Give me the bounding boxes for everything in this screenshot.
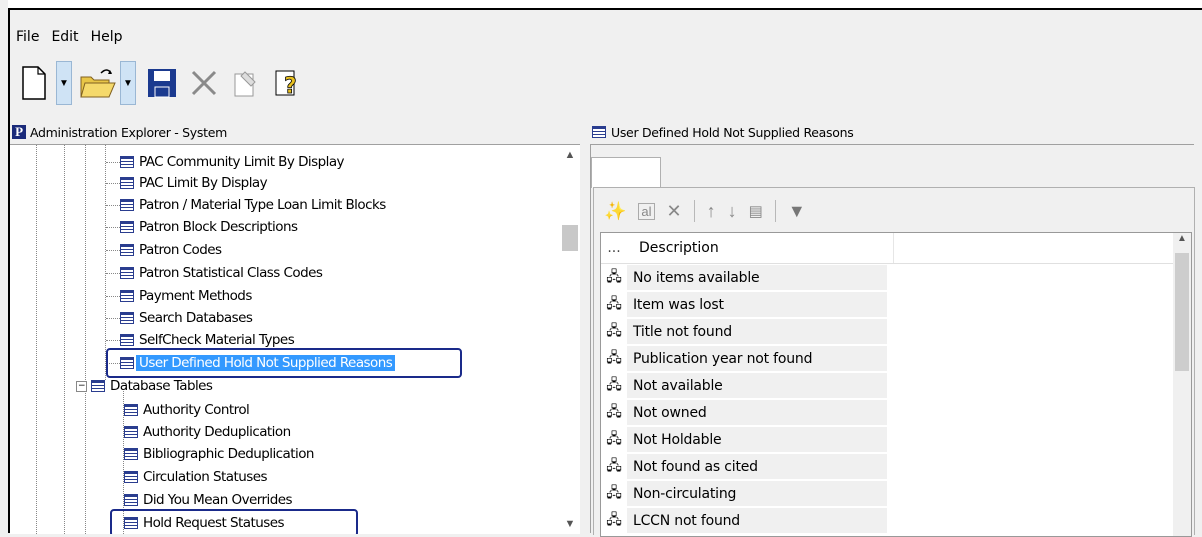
new-dropdown-button[interactable]: ▼ [56,61,72,105]
grid-row[interactable]: 🖧 Not owned [601,399,1191,426]
tree-item[interactable]: Bibliographic Deduplication [124,443,314,465]
table-group-icon [91,380,105,392]
svg-text:?: ? [284,74,297,99]
explorer-tree[interactable]: PAC Community Limit By Display PAC Limit… [10,144,580,534]
table-icon [124,471,138,483]
table-icon [120,221,134,233]
tree-item[interactable]: PAC Community Limit By Display [106,151,345,173]
save-icon[interactable] [142,61,182,105]
tree-item[interactable]: Authority Deduplication [124,421,291,443]
move-down-icon[interactable]: ↓ [728,201,737,222]
new-document-icon[interactable] [14,61,54,105]
main-toolbar: ▼ ▼ ? [14,58,310,108]
table-icon [120,312,134,324]
grid-row[interactable]: 🖧 Not found as cited [601,453,1191,480]
grid-row[interactable]: 🖧 Publication year not found [601,345,1191,372]
grid-row[interactable]: 🖧 Not available [601,372,1191,399]
annotation-highlight [106,348,462,378]
title-bar-edge [8,0,1202,8]
table-icon [124,494,138,506]
table-icon [120,156,134,168]
scrollbar-thumb[interactable] [1175,253,1189,371]
table-icon [124,404,138,416]
left-panel-title: Administration Explorer - System [30,124,227,140]
tree-item[interactable]: Circulation Statuses [124,466,268,488]
menu-bar: File Edit Help [10,26,128,48]
table-icon [120,290,134,302]
help-icon[interactable]: ? [268,61,308,105]
tree-scrollbar[interactable]: ▲ ▼ [560,145,580,534]
data-grid[interactable]: ... Description 🖧 No items available 🖧 Ite… [600,232,1192,537]
table-icon [124,426,138,438]
hierarchy-icon: 🖧 [606,295,622,312]
right-panel-title: User Defined Hold Not Supplied Reasons [611,124,854,140]
polaris-logo-icon: P [12,124,26,139]
move-up-icon[interactable]: ↑ [707,201,716,222]
scroll-down-icon[interactable]: ▼ [560,514,580,534]
hierarchy-icon: 🖧 [606,376,622,393]
table-icon [120,334,134,346]
scroll-up-icon[interactable]: ▲ [1173,233,1191,251]
tree-item[interactable]: Authority Control [124,399,250,421]
tree-item[interactable]: Search Databases [106,307,253,329]
tree-item[interactable]: PAC Limit By Display [106,172,268,194]
hierarchy-icon: 🖧 [606,322,622,339]
delete-row-icon[interactable]: ✕ [667,201,682,222]
grid-row[interactable]: 🖧 Item was lost [601,291,1191,318]
annotation-highlight [110,509,358,534]
scroll-up-icon[interactable]: ▲ [560,145,580,165]
column-header-description[interactable]: Description [627,233,894,263]
table-icon [120,244,134,256]
hierarchy-icon: 🖧 [606,457,622,474]
scrollbar-thumb[interactable] [562,225,578,251]
filter-icon[interactable]: ▼ [788,201,806,222]
tab[interactable] [591,157,661,188]
hierarchy-icon: 🖧 [606,484,622,501]
hierarchy-icon: 🖧 [606,403,622,420]
column-header-selector[interactable]: ... [601,240,627,256]
table-icon [120,177,134,189]
tree-item[interactable]: Patron Statistical Class Codes [106,262,323,284]
hierarchy-icon: 🖧 [606,511,622,528]
hierarchy-icon: 🖧 [606,430,622,447]
left-panel-header: P Administration Explorer - System [12,122,580,142]
right-panel-header: User Defined Hold Not Supplied Reasons [590,122,1194,142]
tree-item[interactable]: Payment Methods [106,285,252,307]
table-icon [120,199,134,211]
grid-header: ... Description [601,233,1191,264]
grid-toolbar: ✨ al ✕ ↑ ↓ ▤ ▼ [604,194,806,228]
grid-row[interactable]: 🖧 LCCN not found [601,507,1191,534]
collapse-icon[interactable]: − [76,380,87,392]
add-row-icon[interactable]: ✨ [604,201,626,222]
hierarchy-icon: 🖧 [606,349,622,366]
table-icon [592,126,606,138]
tree-item[interactable]: Patron Codes [106,239,222,261]
table-icon [120,267,134,279]
grid-scrollbar[interactable]: ▲ [1173,233,1191,536]
open-dropdown-button[interactable]: ▼ [120,61,136,105]
menu-help[interactable]: Help [85,29,129,45]
new-table-icon[interactable]: ▤ [749,202,763,220]
table-icon [124,448,138,460]
properties-icon[interactable] [226,61,266,105]
menu-file[interactable]: File [10,29,45,45]
tree-group-database-tables[interactable]: − Database Tables [76,375,213,397]
grid-row[interactable]: 🖧 Title not found [601,318,1191,345]
hierarchy-icon: 🖧 [606,268,622,285]
tree-item[interactable]: Patron / Material Type Loan Limit Blocks [106,194,386,216]
tab-content: ✨ al ✕ ↑ ↓ ▤ ▼ ... Description 🖧 No items… [593,187,1195,537]
menu-edit[interactable]: Edit [45,29,84,45]
detail-panel: ✨ al ✕ ↑ ↓ ▤ ▼ ... Description 🖧 No items… [590,144,1195,537]
edit-row-icon[interactable]: al [638,202,655,220]
delete-icon[interactable] [184,61,224,105]
tree-item[interactable]: Patron Block Descriptions [106,216,298,238]
grid-row[interactable]: 🖧 Non-circulating [601,480,1191,507]
tree-item[interactable]: Did You Mean Overrides [124,489,293,511]
grid-row[interactable]: 🖧 Not Holdable [601,426,1191,453]
grid-row[interactable]: 🖧 No items available [601,264,1191,291]
open-folder-icon[interactable] [78,61,118,105]
